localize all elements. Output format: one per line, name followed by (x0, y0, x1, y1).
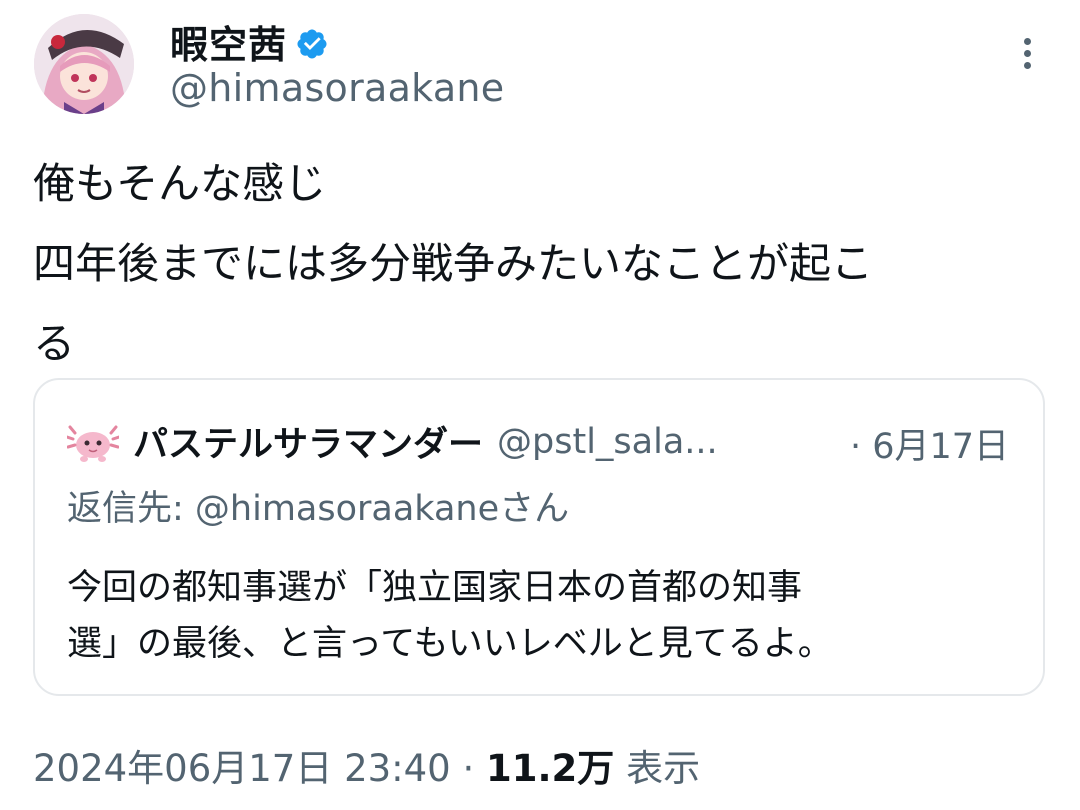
quote-date: · 6月17日 (849, 427, 1009, 467)
axolotl-avatar-icon[interactable] (67, 421, 119, 463)
author-handle[interactable]: @himasoraakane (170, 66, 504, 110)
quote-header: パステルサラマンダー @pstl_sala... (67, 416, 718, 467)
quote-reply-to: 返信先: @himasoraakaneさん (67, 489, 570, 529)
quote-author-name: パステルサラマンダー (133, 425, 484, 465)
meta-separator: · (462, 747, 475, 790)
quoted-tweet-card[interactable]: パステルサラマンダー @pstl_sala... · 6月17日 返信先: @h… (33, 378, 1045, 696)
tweet-meta: 2024年06月17日 23:40 · 11.2万 表示 (33, 738, 700, 792)
more-dot (1024, 50, 1031, 57)
views-label: 表示 (626, 747, 701, 790)
author-avatar[interactable] (34, 14, 134, 114)
tweet-timestamp[interactable]: 2024年06月17日 23:40 (33, 747, 451, 790)
verified-badge-icon (297, 28, 327, 59)
quote-text: 今回の都知事選が「独立国家日本の首都の知事 選」の最後、と言ってもいいレベルと見… (67, 568, 833, 664)
author-name-row: 暇空茜 (170, 14, 329, 69)
author-display-name[interactable]: 暇空茜 (170, 14, 287, 69)
tweet-text: 俺もそんな感じ 四年後までには多分戦争みたいなことが起こ る (33, 159, 874, 368)
more-vertical-icon[interactable] (1018, 36, 1038, 72)
views-count: 11.2万 (486, 747, 615, 790)
avatar-illustration (34, 14, 134, 114)
more-dot (1024, 38, 1031, 45)
quote-author-handle: @pstl_sala... (497, 421, 718, 462)
more-dot (1024, 62, 1031, 69)
